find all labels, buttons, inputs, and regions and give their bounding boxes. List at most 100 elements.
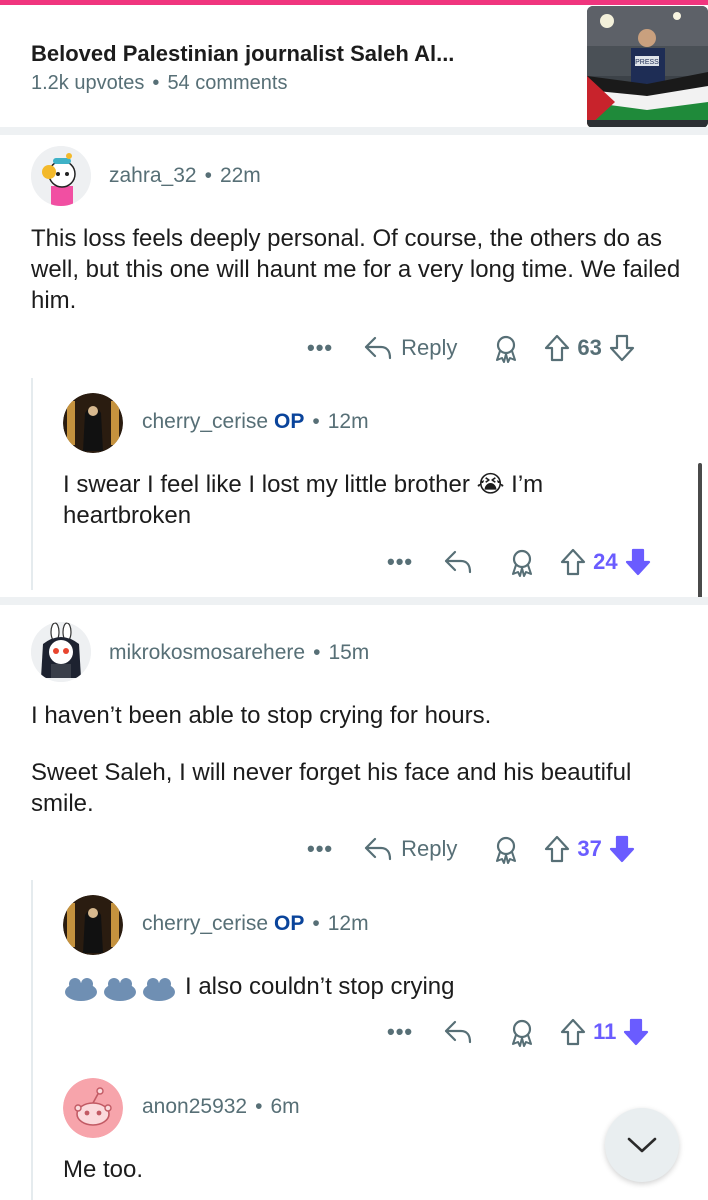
reply-button[interactable]: Reply [363, 335, 457, 361]
upvote-icon [545, 334, 570, 362]
comment-meta: cherry_cerise OP • 12m [142, 912, 369, 936]
award-button[interactable] [491, 333, 521, 363]
comment-time: 6m [270, 1095, 300, 1118]
comment-body: I also couldn’t stop crying [63, 971, 663, 1002]
avatar[interactable] [63, 895, 123, 955]
avatar[interactable] [31, 146, 91, 206]
more-options-button[interactable]: ••• [307, 836, 333, 862]
comment-paragraph: I haven’t been able to stop crying for h… [31, 702, 492, 729]
post-meta: 1.2k upvotes • 54 comments [31, 72, 288, 95]
comment-paragraph: I also couldn’t stop crying [185, 973, 455, 1000]
comment-username[interactable]: cherry_cerise [142, 410, 268, 433]
post-header[interactable]: Beloved Palestinian journalist Saleh Al.… [0, 5, 708, 128]
downvote-icon [625, 548, 650, 576]
press-badge-text: PRESS [635, 59, 659, 66]
upvote-button[interactable] [559, 547, 587, 577]
reply-arrow-icon [365, 336, 392, 360]
meta-separator: • [313, 641, 321, 664]
more-options-button[interactable]: ••• [387, 549, 413, 575]
reply-label: Reply [401, 836, 458, 861]
comment-meta: cherry_cerise OP • 12m [142, 410, 369, 434]
comment-paragraph: Sweet Saleh, I will never forget his fac… [31, 759, 632, 817]
comment-time: 12m [327, 410, 369, 433]
comment-username[interactable]: anon25932 [142, 1095, 247, 1118]
reply-button[interactable] [443, 1019, 473, 1045]
comment-body: I swear I feel like I lost my little bro… [63, 469, 663, 531]
award-button[interactable] [507, 1017, 537, 1047]
downvote-icon [609, 835, 634, 863]
post-thumbnail[interactable]: PRESS [587, 6, 708, 128]
comment-paragraph: I swear I feel like I lost my little bro… [63, 471, 544, 529]
downvote-button[interactable] [608, 333, 636, 363]
award-icon [512, 549, 533, 577]
comment-time: 15m [328, 641, 370, 664]
chevron-down-icon [627, 1137, 657, 1153]
section-divider [0, 597, 708, 605]
comment-meta: mikrokosmosarehere • 15m [109, 641, 369, 665]
reply-button[interactable] [443, 549, 473, 575]
comment-actions: ••• Reply 37 [307, 832, 636, 866]
award-icon [512, 1019, 533, 1047]
more-options-button[interactable]: ••• [307, 335, 333, 361]
downvote-button[interactable] [622, 1017, 650, 1047]
comment-time: 12m [327, 912, 369, 935]
comment-body: This loss feels deeply personal. Of cour… [31, 223, 681, 316]
user-avatar-icon [63, 393, 123, 453]
op-badge: OP [274, 410, 305, 433]
downvote-icon [624, 1018, 649, 1046]
downvote-icon [609, 334, 634, 362]
meta-separator: • [312, 912, 320, 935]
reply-label: Reply [401, 335, 458, 360]
vote-count: 37 [577, 836, 602, 861]
comment-meta: zahra_32 • 22m [109, 164, 261, 188]
comment-body: I haven’t been able to stop crying for h… [31, 700, 681, 819]
downvote-button[interactable] [624, 547, 652, 577]
post-upvotes: 1.2k upvotes [31, 72, 145, 94]
upvote-button[interactable] [559, 1017, 587, 1047]
post-thumbnail-image: PRESS [587, 6, 708, 128]
post-title[interactable]: Beloved Palestinian journalist Saleh Al.… [31, 41, 454, 67]
comment-time: 22m [219, 164, 261, 187]
post-comment-count: 54 comments [167, 72, 288, 94]
upvote-button[interactable] [543, 834, 571, 864]
upvote-icon [561, 1018, 586, 1046]
next-comment-button[interactable] [605, 1108, 679, 1182]
more-options-button[interactable]: ••• [387, 1019, 413, 1045]
comment-paragraph: This loss feels deeply personal. Of cour… [31, 225, 681, 314]
avatar[interactable] [63, 1078, 123, 1138]
user-avatar-icon [63, 895, 123, 955]
award-icon [496, 335, 517, 363]
comment-body: Me too. [63, 1154, 563, 1185]
upvote-icon [561, 548, 586, 576]
comment-meta: anon25932 • 6m [142, 1095, 300, 1119]
comment-username[interactable]: mikrokosmosarehere [109, 641, 305, 664]
reply-button[interactable]: Reply [363, 836, 457, 862]
comment-paragraph: Me too. [63, 1156, 144, 1183]
meta-separator: • [204, 164, 212, 187]
op-badge: OP [274, 912, 305, 935]
thread-line[interactable] [31, 378, 33, 590]
upvote-button[interactable] [543, 333, 571, 363]
crying-emoji-icon [65, 977, 175, 1001]
vote-count: 63 [577, 335, 602, 360]
meta-separator: • [255, 1095, 263, 1118]
user-avatar-icon [31, 622, 91, 682]
meta-separator: • [312, 410, 320, 433]
downvote-button[interactable] [608, 834, 636, 864]
avatar[interactable] [63, 393, 123, 453]
user-avatar-icon [31, 146, 91, 206]
user-avatar-icon [63, 1078, 123, 1138]
award-button[interactable] [491, 834, 521, 864]
scroll-indicator[interactable] [698, 463, 702, 605]
award-icon [496, 836, 517, 864]
award-button[interactable] [507, 547, 537, 577]
comment-actions: ••• Reply 63 [307, 331, 636, 365]
comment-actions: ••• 11 [387, 1015, 650, 1049]
comment-username[interactable]: zahra_32 [109, 164, 197, 187]
comment-actions: ••• 24 [387, 545, 652, 579]
reply-arrow-icon [365, 837, 392, 861]
thread-line[interactable] [31, 880, 33, 1200]
comment-username[interactable]: cherry_cerise [142, 912, 268, 935]
avatar[interactable] [31, 622, 91, 682]
upvote-icon [545, 835, 570, 863]
